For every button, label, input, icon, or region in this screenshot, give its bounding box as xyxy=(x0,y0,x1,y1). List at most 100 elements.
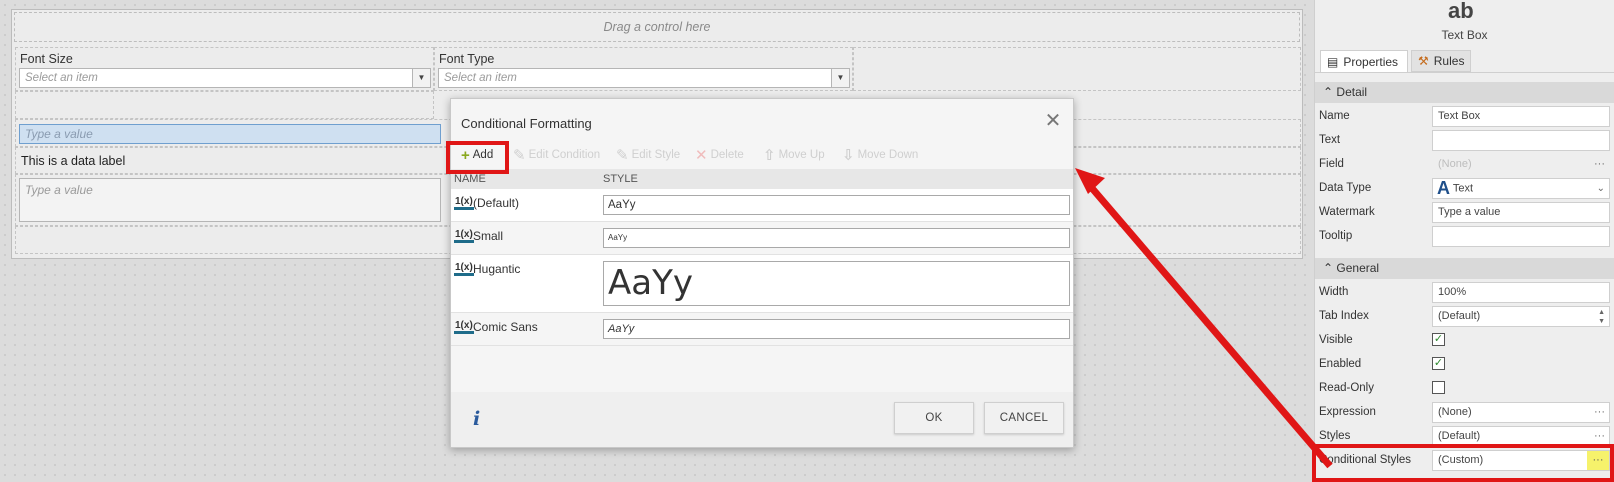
row-name: Small xyxy=(473,229,504,243)
font-size-label: Font Size xyxy=(20,52,73,66)
grid-cell[interactable]: Font Type Select an item ▼ xyxy=(434,47,853,91)
prop-styles: Styles (Default) ··· xyxy=(1315,425,1614,449)
move-down-button[interactable]: ⇩ Move Down xyxy=(842,146,918,164)
field-value: (None) xyxy=(1438,158,1472,170)
data-type-value: Text xyxy=(1452,182,1474,195)
section-title: General xyxy=(1336,261,1380,275)
watermark-input[interactable]: Type a value xyxy=(1432,202,1610,223)
font-type-placeholder: Select an item xyxy=(444,72,517,84)
styles-input[interactable]: (Default) ··· xyxy=(1432,426,1610,447)
table-row[interactable]: 1(x) Hugantic AaYy xyxy=(451,255,1073,313)
style-preview: AaYy xyxy=(603,195,1070,215)
data-type-dropdown[interactable]: A Text ⌄ xyxy=(1432,178,1610,199)
read-only-checkbox[interactable] xyxy=(1432,381,1445,394)
width-input[interactable]: 100% xyxy=(1432,282,1610,303)
prop-data-type: Data Type A Text ⌄ xyxy=(1315,177,1614,201)
chevron-down-icon[interactable]: ⌄ xyxy=(1597,179,1605,198)
ellipsis-icon[interactable]: ··· xyxy=(1594,427,1605,446)
add-button[interactable]: + Add xyxy=(461,146,493,164)
grid-cell[interactable]: Font Size Select an item ▼ xyxy=(15,47,434,91)
prop-tooltip: Tooltip xyxy=(1315,225,1614,249)
grid-cell[interactable] xyxy=(15,91,434,119)
edit-style-label: Edit Style xyxy=(631,149,681,161)
row-name: Hugantic xyxy=(473,262,521,276)
delete-icon: ✕ xyxy=(695,146,708,164)
move-down-label: Move Down xyxy=(857,149,919,161)
move-up-icon: ⇧ xyxy=(763,146,776,164)
prop-visible: Visible ✓ xyxy=(1315,329,1614,353)
text-input[interactable] xyxy=(1432,130,1610,151)
name-input[interactable]: Text Box xyxy=(1432,106,1610,127)
field-input[interactable]: (None) ··· xyxy=(1432,154,1610,175)
text-area[interactable]: Type a value xyxy=(19,178,441,222)
tab-index-stepper[interactable]: (Default) ▲ ▼ xyxy=(1432,306,1610,327)
chevron-up-icon: ⌃ xyxy=(1323,85,1334,99)
ellipsis-icon[interactable]: ··· xyxy=(1594,403,1605,422)
prop-label: Styles xyxy=(1319,430,1351,442)
table-row[interactable]: 1(x) Comic Sans AaYy xyxy=(451,313,1073,346)
edit-condition-button[interactable]: ✎ Edit Condition xyxy=(513,146,600,164)
cancel-button[interactable]: CANCEL xyxy=(984,402,1064,434)
dialog-footer: i OK CANCEL xyxy=(451,392,1073,447)
form-designer-canvas: Drag a control here Font Size Select an … xyxy=(0,0,1314,482)
font-type-label: Font Type xyxy=(439,52,495,66)
visible-checkbox[interactable]: ✓ xyxy=(1432,333,1445,346)
conditions-table: NAME STYLE 1(x) (Default) AaYy 1(x) Smal… xyxy=(451,169,1073,346)
section-detail[interactable]: ⌃ Detail xyxy=(1315,82,1614,103)
prop-read-only: Read-Only xyxy=(1315,377,1614,401)
ellipsis-icon[interactable]: ··· xyxy=(1594,155,1605,174)
ok-button[interactable]: OK xyxy=(894,402,974,434)
conditional-styles-input[interactable]: (Custom) ··· xyxy=(1432,450,1610,471)
text-box-control-icon: ab xyxy=(1448,0,1474,23)
section-general[interactable]: ⌃ General xyxy=(1315,258,1614,279)
row-name: (Default) xyxy=(473,196,520,210)
tab-properties[interactable]: ▤ Properties xyxy=(1320,50,1408,72)
delete-button[interactable]: ✕ Delete xyxy=(695,146,744,164)
conditional-formatting-dialog: Conditional Formatting ✕ + Add ✎ Edit Co… xyxy=(450,98,1074,448)
table-row[interactable]: 1(x) Small AaYy xyxy=(451,222,1073,255)
prop-expression: Expression (None) ··· xyxy=(1315,401,1614,425)
edit-style-button[interactable]: ✎ Edit Style xyxy=(616,146,680,164)
font-size-dropdown[interactable]: Select an item ▼ xyxy=(19,68,431,88)
styles-value: (Default) xyxy=(1438,430,1481,442)
section-title: Detail xyxy=(1336,85,1368,99)
prop-label: Tooltip xyxy=(1319,230,1353,242)
prop-label: Read-Only xyxy=(1319,382,1374,394)
info-icon[interactable]: i xyxy=(473,408,480,430)
tab-rules[interactable]: ⚒ Rules xyxy=(1411,50,1471,72)
table-row[interactable]: 1(x) (Default) AaYy xyxy=(451,189,1073,222)
grid-cell[interactable] xyxy=(853,47,1301,91)
edit-condition-label: Edit Condition xyxy=(528,149,601,161)
drop-zone[interactable]: Drag a control here xyxy=(14,12,1300,42)
close-icon[interactable]: ✕ xyxy=(1043,111,1063,131)
tab-index-value: (Default) xyxy=(1438,310,1481,322)
function-icon: 1(x) xyxy=(454,229,474,243)
prop-label: Name xyxy=(1319,110,1350,122)
prop-label: Visible xyxy=(1319,334,1353,346)
font-type-dropdown[interactable]: Select an item ▼ xyxy=(438,68,850,88)
move-up-button[interactable]: ⇧ Move Up xyxy=(763,146,825,164)
properties-icon: ▤ xyxy=(1327,54,1339,69)
tab-divider xyxy=(1315,72,1614,73)
text-type-icon: A xyxy=(1437,178,1450,198)
ellipsis-icon[interactable]: ··· xyxy=(1587,451,1609,470)
expression-input[interactable]: (None) ··· xyxy=(1432,402,1610,423)
font-size-placeholder: Select an item xyxy=(25,72,98,84)
function-icon: 1(x) xyxy=(454,262,474,276)
prop-label: Data Type xyxy=(1319,182,1372,194)
function-icon: 1(x) xyxy=(454,320,474,334)
chevron-down-icon[interactable]: ▼ xyxy=(831,69,849,87)
selected-textbox[interactable]: Type a value xyxy=(19,124,441,144)
enabled-checkbox[interactable]: ✓ xyxy=(1432,357,1445,370)
stepper-arrows-icon[interactable]: ▲ ▼ xyxy=(1598,308,1605,326)
prop-field: Field (None) ··· xyxy=(1315,153,1614,177)
prop-text: Text xyxy=(1315,129,1614,153)
control-name: Text Box xyxy=(1441,28,1488,42)
add-icon: + xyxy=(461,146,470,164)
chevron-up-icon: ⌃ xyxy=(1323,261,1334,275)
tooltip-input[interactable] xyxy=(1432,226,1610,247)
prop-label: Tab Index xyxy=(1319,310,1369,322)
style-column-header: STYLE xyxy=(603,173,638,185)
prop-tab-index: Tab Index (Default) ▲ ▼ xyxy=(1315,305,1614,329)
chevron-down-icon[interactable]: ▼ xyxy=(412,69,430,87)
